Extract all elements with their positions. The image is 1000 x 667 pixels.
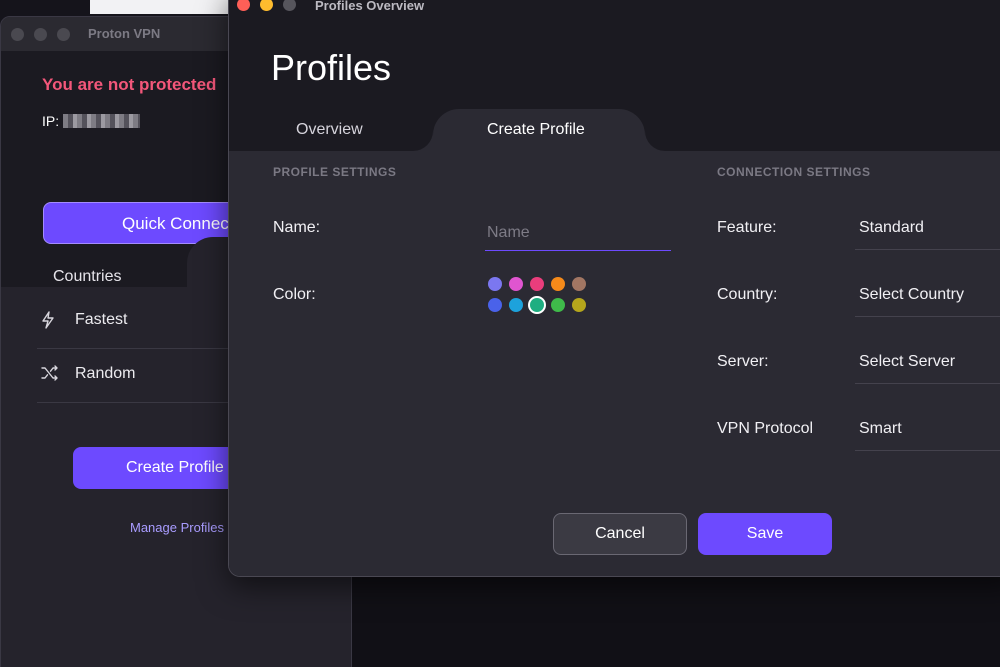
color-swatch[interactable]	[551, 277, 565, 291]
zoom-window-button[interactable]	[57, 28, 70, 41]
minimize-window-button[interactable]	[260, 0, 273, 11]
color-swatch[interactable]	[528, 296, 546, 314]
color-label: Color:	[273, 286, 316, 303]
profile-item-random[interactable]: Random	[37, 349, 237, 403]
feature-value: Standard	[859, 219, 924, 236]
profile-name-input[interactable]	[485, 215, 671, 251]
create-profile-button[interactable]: Create Profile	[73, 447, 243, 489]
lightning-icon	[41, 311, 57, 329]
color-swatch[interactable]	[551, 298, 565, 312]
window-title: Proton VPN	[88, 26, 161, 41]
country-select[interactable]: Select Country	[855, 273, 1000, 317]
color-swatch[interactable]	[509, 277, 523, 291]
color-swatch[interactable]	[488, 277, 502, 291]
vpn-protocol-value: Smart	[859, 420, 902, 437]
feature-label: Feature:	[717, 219, 777, 236]
server-value: Select Server	[859, 353, 956, 370]
shuffle-icon	[41, 365, 58, 383]
zoom-window-button[interactable]	[283, 0, 296, 11]
tab-create-profile[interactable]: Create Profile	[433, 109, 645, 157]
color-swatch[interactable]	[488, 298, 502, 312]
feature-select[interactable]: Standard	[855, 206, 1000, 250]
tab-decoration	[413, 131, 433, 151]
country-value: Select Country	[859, 286, 964, 303]
close-window-button[interactable]	[237, 0, 250, 11]
tab-overview[interactable]: Overview	[296, 121, 363, 139]
cancel-button[interactable]: Cancel	[553, 513, 687, 555]
color-swatch[interactable]	[509, 298, 523, 312]
desktop-background-dark	[350, 575, 1000, 667]
tab-decoration	[645, 131, 665, 151]
profile-settings-header: PROFILE SETTINGS	[273, 165, 397, 179]
profile-item-label: Random	[75, 365, 136, 382]
desktop-background	[90, 0, 240, 14]
page-title: Profiles	[271, 47, 392, 88]
ip-label: IP:	[42, 113, 60, 129]
ip-address-redacted	[63, 114, 140, 128]
window-title: Profiles Overview	[315, 0, 425, 13]
protection-status: You are not protected	[42, 75, 217, 94]
manage-profiles-link[interactable]: Manage Profiles	[130, 520, 224, 535]
server-select[interactable]: Select Server	[855, 340, 1000, 384]
name-label: Name:	[273, 219, 321, 236]
server-label: Server:	[717, 353, 769, 370]
create-profile-form: PROFILE SETTINGS CONNECTION SETTINGS Nam…	[229, 151, 1000, 576]
color-swatch[interactable]	[572, 298, 586, 312]
tab-label: Create Profile	[487, 121, 585, 138]
tab-countries[interactable]: Countries	[53, 268, 121, 286]
profile-item-fastest[interactable]: Fastest	[37, 295, 237, 349]
vpn-protocol-label: VPN Protocol	[717, 420, 814, 437]
connection-settings-header: CONNECTION SETTINGS	[717, 165, 871, 179]
country-label: Country:	[717, 286, 778, 303]
save-button[interactable]: Save	[698, 513, 832, 555]
color-swatch[interactable]	[530, 277, 544, 291]
vpn-protocol-select[interactable]: Smart	[855, 407, 1000, 451]
color-swatch[interactable]	[572, 277, 586, 291]
profiles-overview-window: Profiles Overview Profiles Overview Crea…	[228, 0, 1000, 577]
minimize-window-button[interactable]	[34, 28, 47, 41]
close-window-button[interactable]	[11, 28, 24, 41]
profile-item-label: Fastest	[75, 311, 128, 328]
